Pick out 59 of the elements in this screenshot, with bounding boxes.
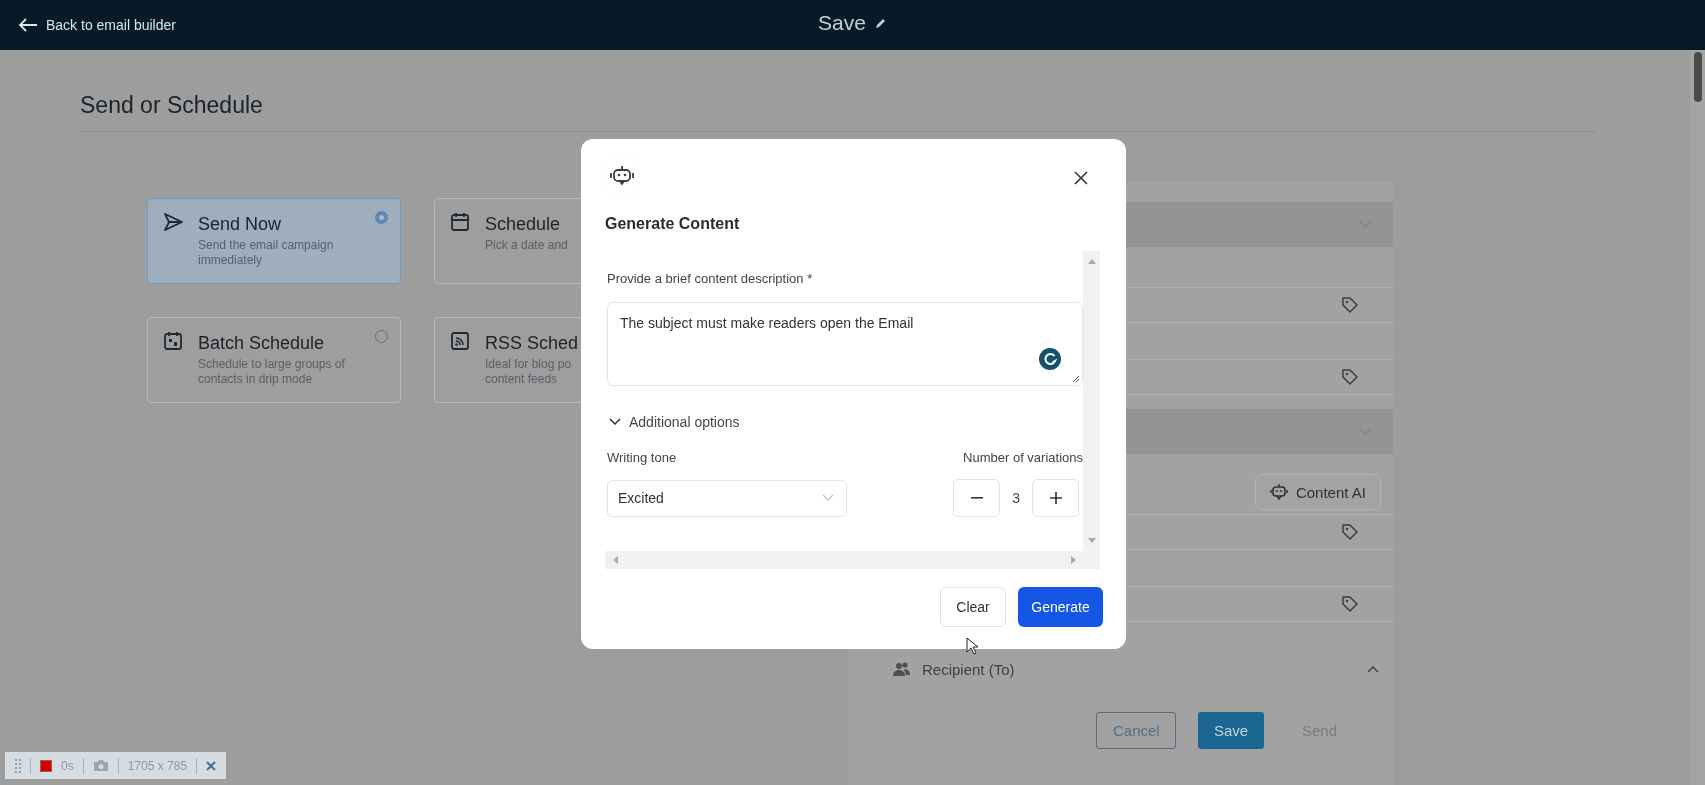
chevron-icon [822,494,834,502]
tag-icon[interactable] [1341,523,1359,541]
robot-icon [1269,484,1288,500]
option-icon [449,211,471,233]
people-icon [892,661,912,677]
scrollbar[interactable] [1690,50,1705,785]
drag-handle-icon[interactable] [15,758,21,773]
plus-icon [1049,492,1062,504]
page-title: Send or Schedule [80,92,1595,132]
field-label: Number of variations [963,450,1083,465]
tag-icon[interactable] [1341,595,1359,613]
stop-button[interactable] [40,759,52,772]
send-option-card[interactable]: Send Now Send the email campaign immediately [147,198,401,284]
scrollbar[interactable] [1083,251,1100,551]
save-button[interactable]: Save [1197,712,1264,749]
increment-button[interactable] [1032,479,1079,517]
option-icon [162,211,184,233]
refresh-badge-icon[interactable] [1038,347,1062,371]
option-description: Pick a date and [485,238,569,253]
option-title: RSS Sched [485,333,579,354]
send-option-card[interactable]: Batch Schedule Schedule to large groups of contacts in drip mode [147,317,401,403]
recording-timer: 0s [61,758,74,773]
option-title: Send Now [198,214,282,235]
scroll-right-icon[interactable] [1071,556,1076,564]
capture-size: 1705 x 785 [127,758,188,773]
resize-handle-icon[interactable] [1070,373,1080,383]
option-description: Ideal for blog po content feeds [485,357,573,387]
option-title: Schedule [485,214,561,235]
radio-button[interactable] [375,211,388,224]
scrollbar[interactable] [605,551,1100,569]
content-ai-button[interactable]: Content AI [1254,474,1381,510]
tag-icon[interactable] [1341,296,1359,314]
campaign-title: Save [818,11,866,35]
edit-icon[interactable] [873,16,888,30]
description-field[interactable]: The subject must make readers open the Email [607,302,1083,386]
clear-button[interactable]: Clear [940,587,1006,627]
decrement-button[interactable] [953,479,1001,517]
option-title: Batch Schedule [198,333,325,354]
option-icon [449,330,471,352]
additional-options-toggle[interactable]: Additional options [607,414,1083,430]
option-description: Send the email campaign immediately [198,238,335,268]
chevron-icon [609,418,621,426]
section-label: Recipient (To) [922,660,1016,678]
variations-count: 3 [1012,490,1020,506]
option-icon [162,330,184,352]
back-arrow-icon [18,17,38,33]
camera-icon[interactable] [92,759,109,772]
scroll-down-icon[interactable] [1087,538,1096,543]
tag-icon[interactable] [1341,368,1359,386]
minus-icon [970,497,983,499]
field-label: Writing tone [607,450,677,465]
generate-button[interactable]: Generate [1018,587,1103,627]
close-icon[interactable] [1074,171,1088,185]
back-link[interactable]: Back to email builder [18,17,176,33]
scroll-left-icon[interactable] [613,556,618,564]
option-description: Schedule to large groups of contacts in drip mode [198,357,346,387]
tone-dropdown[interactable]: Excited [607,479,847,517]
recipient-header[interactable]: Recipient (To) [862,648,1393,690]
scroll-up-icon[interactable] [1087,259,1096,264]
